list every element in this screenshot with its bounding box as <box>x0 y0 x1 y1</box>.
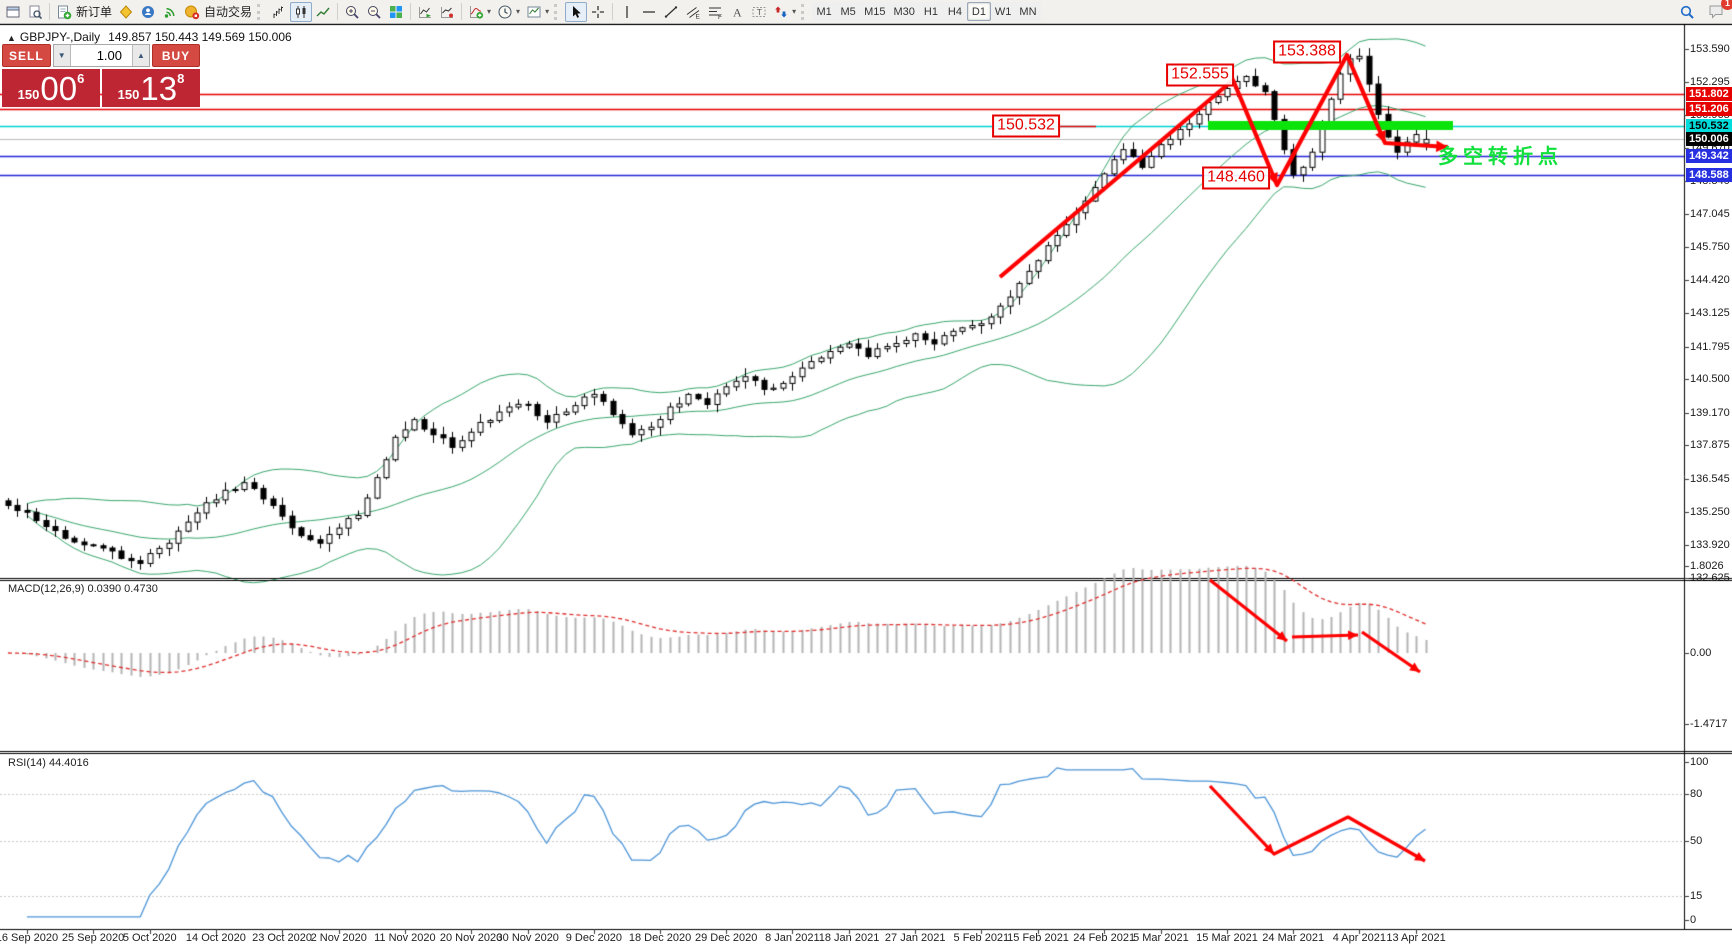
auto-trading-label: 自动交易 <box>204 5 253 19</box>
timeframe-mn[interactable]: MN <box>1015 2 1041 21</box>
timeframe-m30[interactable]: M30 <box>889 2 919 21</box>
quotes-icon[interactable] <box>115 2 137 22</box>
toolbar-separator <box>337 3 339 20</box>
toolbar-grip <box>801 3 809 20</box>
zoom-out-icon[interactable] <box>363 2 385 22</box>
svg-text:E: E <box>696 13 701 20</box>
chart-window: MACD(12,26,9) 0.0390 0.4730 RSI(14) 44.4… <box>0 24 1732 946</box>
timeframe-w1[interactable]: W1 <box>990 2 1016 21</box>
toolbar-separator <box>612 3 614 20</box>
toolbar-separator <box>461 3 463 20</box>
buy-price-sup: 8 <box>177 71 185 86</box>
buy-price-main: 150 <box>117 87 140 102</box>
dropdown-caret-icon: ▾ <box>516 7 521 16</box>
chart-shift-icon[interactable] <box>436 2 458 22</box>
timeframe-m5[interactable]: M5 <box>836 2 861 21</box>
dropdown-caret-icon: ▾ <box>487 7 492 16</box>
main-toolbar: 新订单 自动交易 ▾ ▾ ▾ E F A T ▾ M1 M5 M15 M30 H… <box>0 0 1732 24</box>
arrows-tool-button[interactable]: ▾ <box>770 2 799 22</box>
volume-decrease-button[interactable]: ▼ <box>53 45 71 66</box>
text-tool-icon[interactable]: A <box>726 2 748 22</box>
timeframe-d1[interactable]: D1 <box>966 2 991 21</box>
dropdown-caret-icon: ▾ <box>792 7 797 16</box>
new-order-label: 新订单 <box>76 5 113 19</box>
toolbar-separator <box>410 3 412 20</box>
notification-badge: 1 <box>1721 0 1732 10</box>
toolbar-separator <box>49 3 50 20</box>
buy-price-big: 13 <box>140 70 178 107</box>
toolbar-grip <box>257 3 265 20</box>
buy-price[interactable]: 150 13 8 <box>102 69 200 107</box>
cursor-tool-icon[interactable] <box>565 1 588 22</box>
candlestick-chart-icon[interactable] <box>290 1 313 22</box>
trendline-tool-icon[interactable] <box>660 2 682 22</box>
periods-menu-button[interactable]: ▾ <box>494 2 523 22</box>
auto-scroll-icon[interactable] <box>414 2 436 22</box>
toolbar-grip <box>554 3 562 20</box>
collapse-icon[interactable]: ▲ <box>7 33 16 43</box>
volume-increase-button[interactable]: ▲ <box>132 45 149 66</box>
sell-price-big: 00 <box>40 70 78 107</box>
templates-menu-button[interactable]: ▾ <box>523 2 552 22</box>
svg-text:A: A <box>733 5 742 19</box>
new-order-button[interactable]: 新订单 <box>53 2 115 22</box>
symbol-quotes: 149.857 150.443 149.569 150.006 <box>108 30 292 44</box>
text-label-tool-icon[interactable]: T <box>748 2 770 22</box>
community-icon[interactable] <box>137 2 159 22</box>
crosshair-tool-icon[interactable] <box>587 2 609 22</box>
indicators-menu-button[interactable]: ▾ <box>465 2 494 22</box>
bar-chart-icon[interactable] <box>268 2 290 22</box>
tile-windows-icon[interactable] <box>385 2 407 22</box>
line-chart-icon[interactable] <box>312 2 334 22</box>
timeframe-h1[interactable]: H1 <box>918 2 943 21</box>
symbol-status-line: ▲ GBPJPY-,Daily 149.857 150.443 149.569 15… <box>7 30 292 44</box>
zoom-in-icon[interactable] <box>341 2 363 22</box>
print-preview-icon[interactable] <box>24 2 46 22</box>
auto-trading-button[interactable]: 自动交易 <box>181 2 255 22</box>
sell-button[interactable]: SELL <box>2 44 51 67</box>
new-chart-window-icon[interactable] <box>2 2 24 22</box>
sell-price[interactable]: 150 00 6 <box>2 69 100 107</box>
symbol-name: GBPJPY-,Daily <box>19 30 101 44</box>
svg-text:F: F <box>718 14 722 20</box>
sell-price-sup: 6 <box>77 71 85 86</box>
volume-control: ▼ ▲ <box>52 44 150 67</box>
volume-input[interactable] <box>70 45 132 66</box>
fibonacci-tool-icon[interactable]: F <box>704 2 726 22</box>
search-icon[interactable] <box>1676 3 1699 23</box>
price-chart-canvas[interactable] <box>0 24 1732 946</box>
one-click-trading-widget: SELL ▼ ▲ BUY 150006 150138 <box>2 44 200 107</box>
buy-button[interactable]: BUY <box>152 44 200 67</box>
dropdown-caret-icon: ▾ <box>545 7 550 16</box>
svg-text:T: T <box>757 7 762 17</box>
horizontal-line-tool-icon[interactable] <box>638 2 660 22</box>
signals-icon[interactable] <box>159 2 181 22</box>
timeframe-h4[interactable]: H4 <box>942 2 967 21</box>
vertical-line-tool-icon[interactable] <box>616 2 638 22</box>
sell-price-main: 150 <box>17 87 40 102</box>
channel-tool-icon[interactable]: E <box>682 2 704 22</box>
timeframe-m15[interactable]: M15 <box>860 2 890 21</box>
timeframe-m1[interactable]: M1 <box>812 2 837 21</box>
